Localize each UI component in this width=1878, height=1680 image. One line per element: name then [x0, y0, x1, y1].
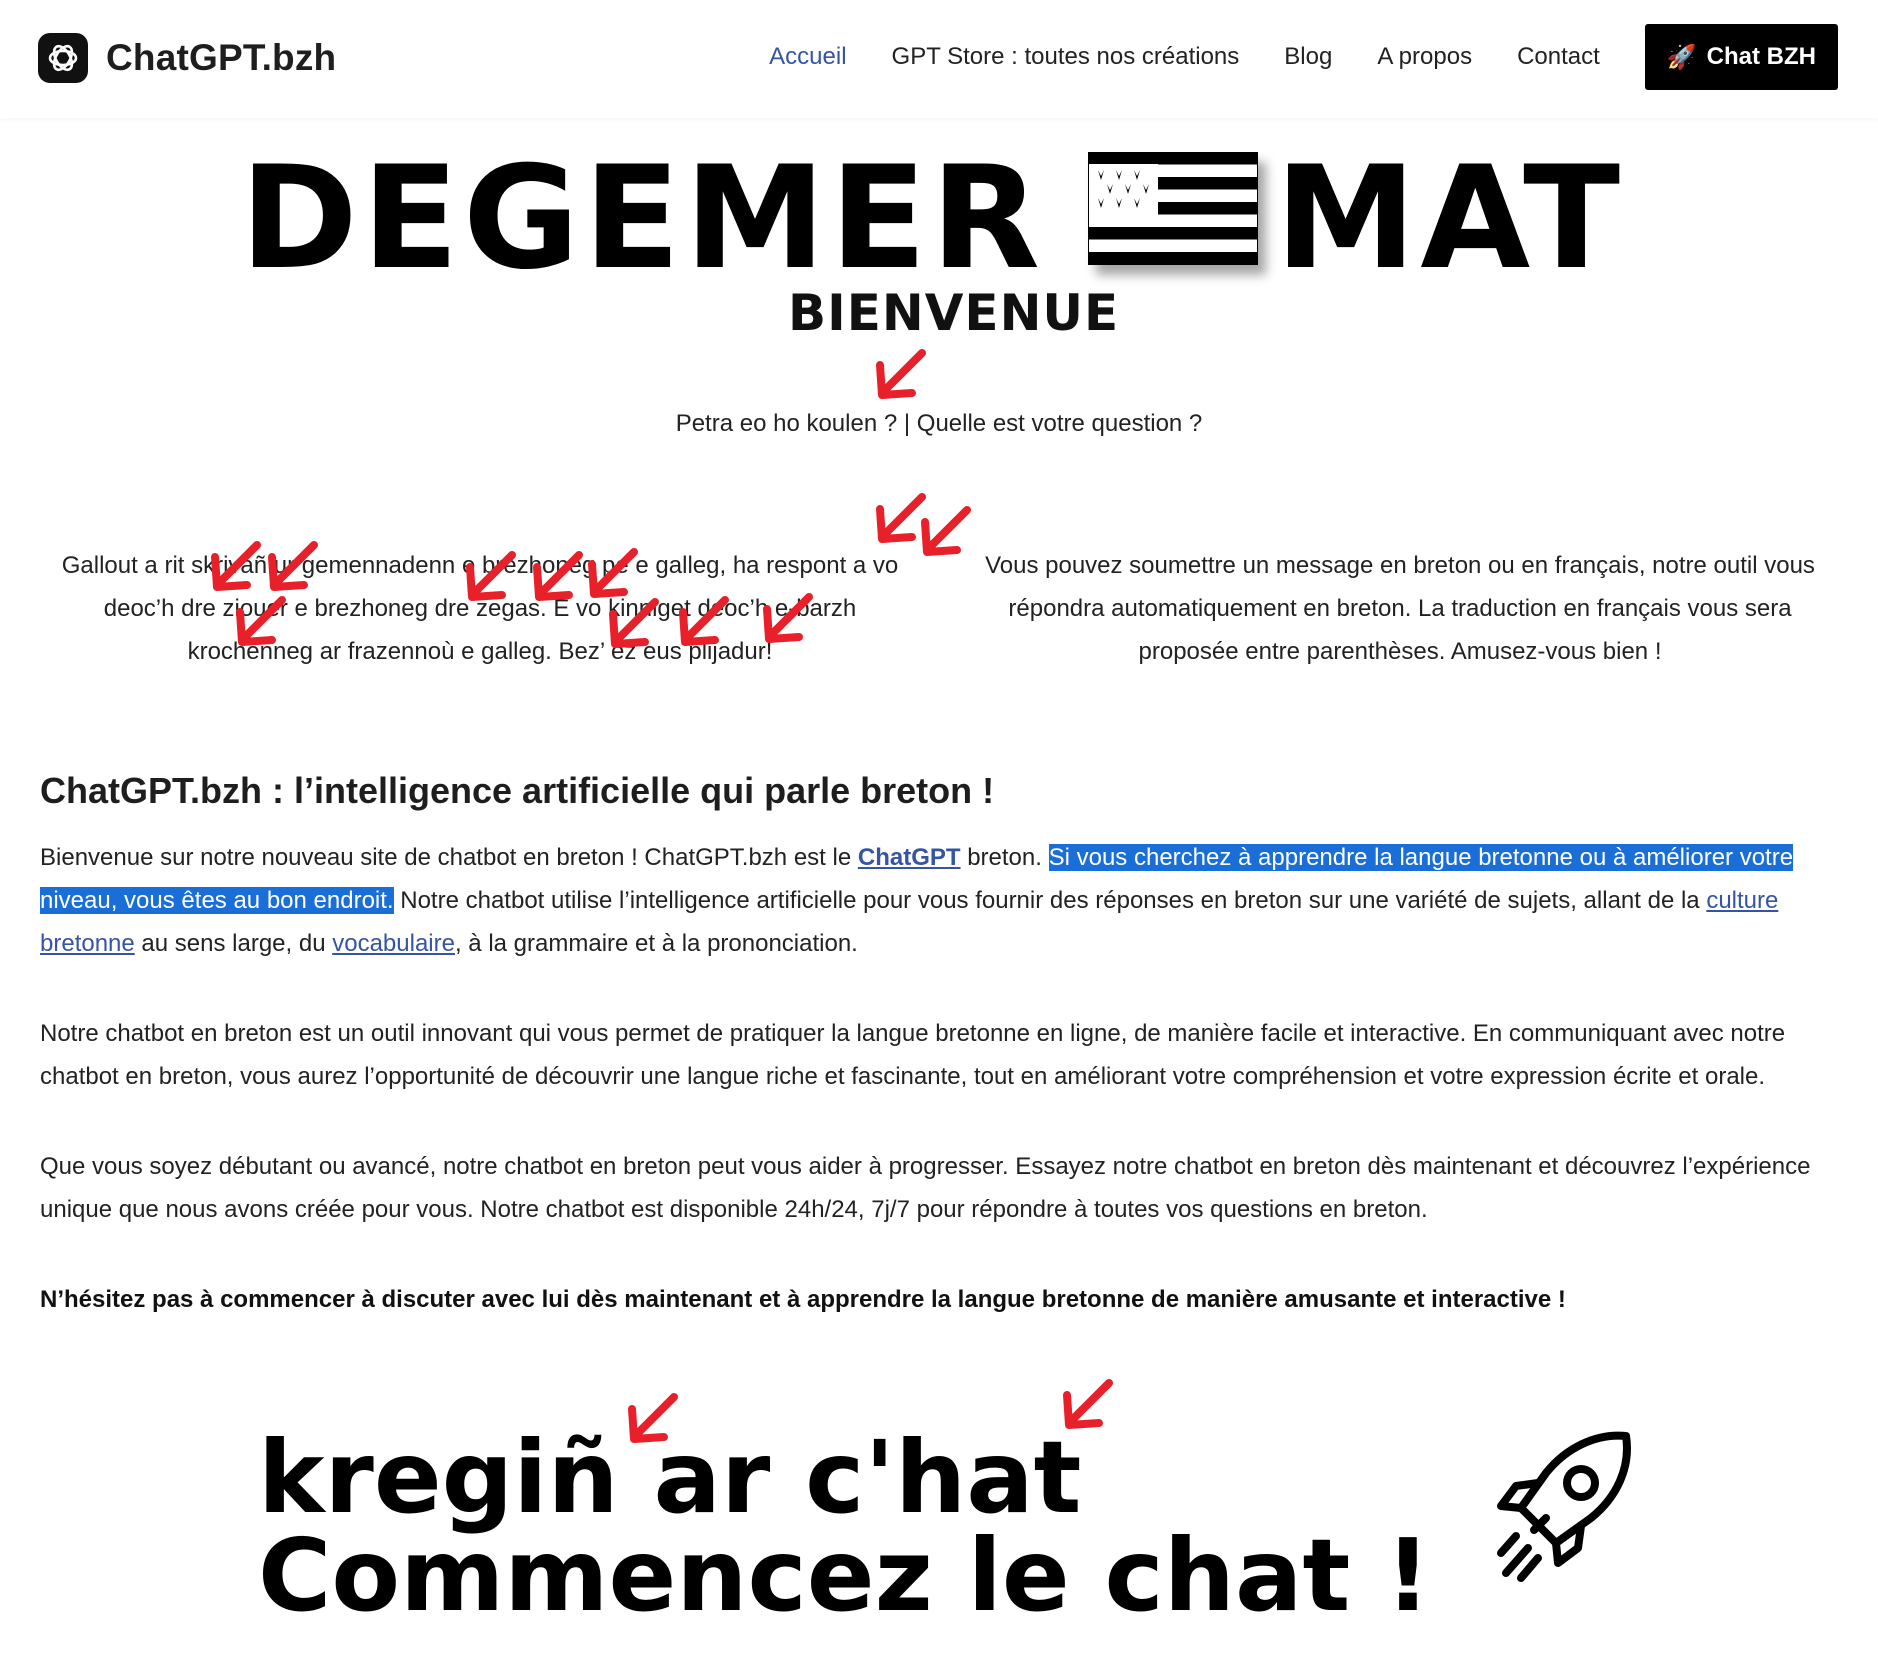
brand-logo-link[interactable]: ChatGPT.bzh	[38, 33, 336, 83]
paragraph-text: Notre chatbot utilise l’intelligence art…	[393, 887, 1707, 914]
paragraph-text: , à la grammaire et à la prononciation.	[454, 930, 858, 957]
article-paragraph-1: Bienvenue sur notre nouveau site de chat…	[40, 836, 1840, 965]
intro-breton-text: Gallout a rit skrivañ ur gemennadenn e b…	[61, 552, 899, 665]
main-nav: Accueil GPT Store : toutes nos créations…	[769, 24, 1838, 90]
nav-item-gpt-store[interactable]: GPT Store : toutes nos créations	[892, 43, 1240, 71]
article: ChatGPT.bzh : l’intelligence artificiell…	[40, 770, 1840, 1368]
nav-item-a-propos[interactable]: A propos	[1377, 43, 1472, 71]
chat-bzh-label: Chat BZH	[1706, 43, 1816, 70]
paragraph-text: au sens large, du	[134, 930, 333, 957]
paragraph-text: Bienvenue sur notre nouveau site de chat…	[40, 844, 858, 871]
chatgpt-logo-icon	[38, 33, 88, 83]
welcome-subtitle: BIENVENUE	[788, 284, 1120, 342]
intro-french-text: Vous pouvez soumettre un message en bret…	[985, 552, 1815, 665]
start-chat-banner[interactable]: kregiñ ar c'hat Commencez le chat !	[258, 1428, 1638, 1648]
start-chat-line-french: Commencez le chat !	[258, 1517, 1431, 1634]
breton-flag-icon	[1088, 152, 1258, 265]
rocket-icon: 🚀	[1666, 43, 1697, 71]
paragraph-text: breton.	[960, 844, 1049, 871]
rocket-icon	[1497, 1431, 1631, 1582]
welcome-word-mat: MAT	[1275, 136, 1625, 301]
chatgpt-link[interactable]: ChatGPT	[858, 844, 961, 871]
brand-name: ChatGPT.bzh	[106, 37, 337, 78]
page: ChatGPT.bzh Accueil GPT Store : toutes n…	[0, 0, 1878, 1680]
chat-bzh-button[interactable]: 🚀 Chat BZH	[1644, 24, 1838, 90]
article-title: ChatGPT.bzh : l’intelligence artificiell…	[40, 770, 995, 811]
welcome-banner: DEGEMER MAT BIENVENUE	[240, 136, 1640, 343]
site-header: ChatGPT.bzh Accueil GPT Store : toutes n…	[0, 0, 1878, 118]
question-prompt: Petra eo ho koulen ? | Quelle est votre …	[675, 410, 1203, 437]
nav-item-accueil[interactable]: Accueil	[769, 43, 846, 71]
nav-item-blog[interactable]: Blog	[1284, 43, 1332, 71]
welcome-word-degemer: DEGEMER	[240, 136, 1045, 301]
article-paragraph-3: Que vous soyez débutant ou avancé, notre…	[40, 1153, 1811, 1223]
article-paragraph-2: Notre chatbot en breton est un outil inn…	[40, 1020, 1786, 1090]
start-chat-line-breton: kregiñ ar c'hat	[258, 1419, 1082, 1536]
article-paragraph-4: N’hésitez pas à commencer à discuter ave…	[40, 1286, 1566, 1313]
vocabulaire-link[interactable]: vocabulaire	[332, 930, 455, 957]
nav-item-contact[interactable]: Contact	[1517, 43, 1600, 71]
